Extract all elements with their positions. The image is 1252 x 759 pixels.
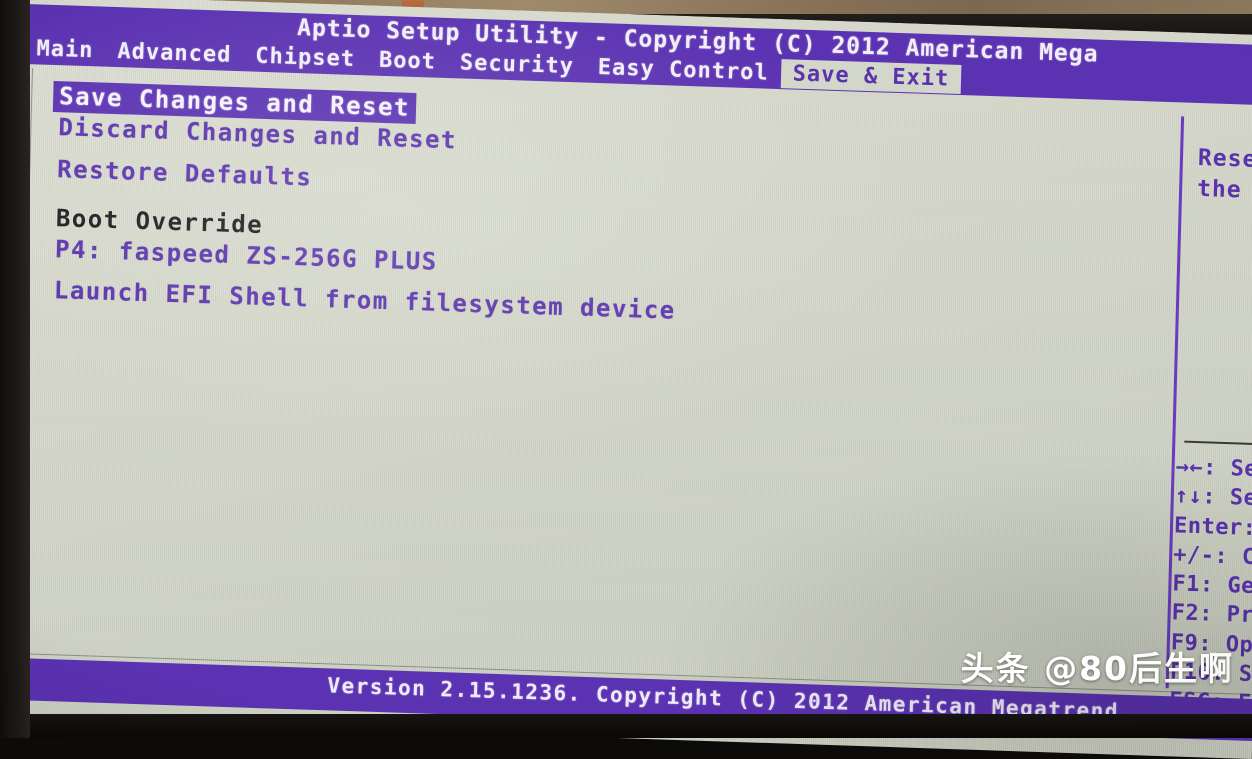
menu-item-security[interactable]: Security [448,48,587,82]
help-panel: Rese the [1197,143,1252,212]
menu-item-save-and-exit[interactable]: Save & Exit [780,59,961,94]
watermark: 头条 @80后生啊 [961,642,1234,690]
menu-item-advanced[interactable]: Advanced [105,37,244,71]
monitor-bezel-left [0,0,30,738]
menu-item-boot[interactable]: Boot [367,45,449,77]
menu-item-main[interactable]: Main [24,34,106,66]
save-exit-option-list: Save Changes and Reset Discard Changes a… [48,81,1154,343]
menu-item-chipset[interactable]: Chipset [243,41,367,74]
monitor-bezel-bottom [0,714,1252,738]
menu-item-easy-control[interactable]: Easy Control [585,53,781,88]
